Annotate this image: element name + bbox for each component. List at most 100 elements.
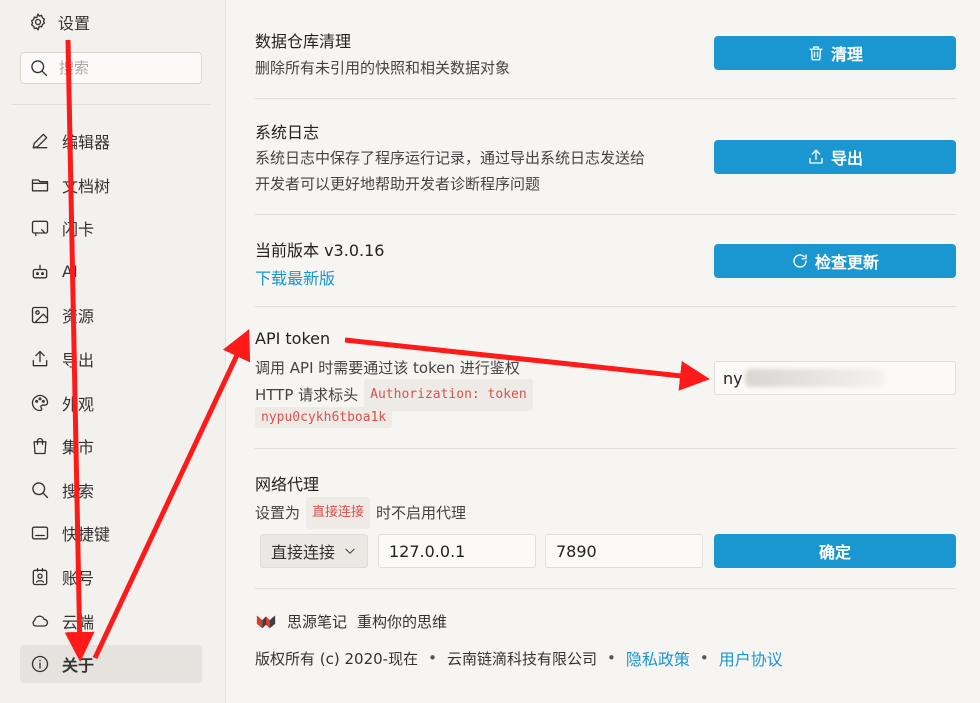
proxy-port-value: 7890: [556, 541, 597, 561]
sidebar-item-editor[interactable]: 编辑器: [20, 122, 202, 160]
search-input[interactable]: [59, 59, 189, 77]
download-latest-link[interactable]: 下载最新版: [255, 265, 335, 289]
sidebar-item-flashcard[interactable]: 闪卡: [20, 209, 202, 247]
sidebar-item-ai[interactable]: AI: [20, 253, 202, 291]
proxy-desc-suffix: 时不启用代理: [376, 504, 467, 522]
api-token-title: API token: [255, 329, 331, 348]
proxy-desc-prefix: 设置为: [255, 504, 301, 522]
keyboard-icon: [30, 523, 50, 543]
privacy-policy-link[interactable]: 隐私政策: [626, 646, 690, 670]
repo-clean-section: 数据仓库清理 删除所有未引用的快照和相关数据对象 清理: [255, 0, 956, 99]
proxy-confirm-button[interactable]: 确定: [714, 534, 956, 568]
sidebar-item-label: 资源: [62, 307, 95, 327]
clean-button[interactable]: 清理: [714, 36, 956, 70]
proxy-controls: 直接连接 127.0.0.1 7890 确定: [260, 534, 956, 568]
repo-clean-desc: 删除所有未引用的快照和相关数据对象: [255, 59, 511, 77]
api-token-desc: 调用 API 时需要通过该 token 进行鉴权: [255, 359, 520, 377]
search-box[interactable]: [20, 52, 202, 84]
sidebar-item-label: 闪卡: [62, 220, 95, 240]
sidebar-nav: 编辑器 文档树 闪卡 AI 资源 导出 外观 集市 搜索 快捷键 账号 云端 关…: [20, 122, 202, 689]
sidebar: 设置 编辑器 文档树 闪卡 AI 资源 导出: [0, 0, 226, 703]
folder-icon: [30, 175, 50, 195]
sidebar-item-label: 搜索: [62, 481, 95, 501]
image-icon: [30, 305, 50, 325]
http-header-label: HTTP 请求标头: [255, 386, 359, 404]
sidebar-item-search[interactable]: 搜索: [20, 471, 202, 509]
proxy-host-value: 127.0.0.1: [389, 541, 466, 561]
sidebar-item-label: 导出: [62, 350, 95, 370]
gear-icon: [28, 12, 48, 32]
sidebar-item-label: 关于: [62, 656, 95, 676]
syslog-title: 系统日志: [255, 123, 320, 142]
search-icon: [30, 480, 50, 500]
sidebar-item-cloud[interactable]: 云端: [20, 602, 202, 640]
api-token-input[interactable]: ny: [714, 361, 956, 395]
cloud-icon: [30, 611, 50, 631]
api-token-code-line: nypu0cykh6tboa1k: [255, 406, 393, 428]
refresh-icon: [793, 254, 807, 268]
repo-clean-title: 数据仓库清理: [255, 32, 352, 51]
settings-title-label: 设置: [58, 14, 91, 33]
flashcard-icon: [30, 218, 50, 238]
sidebar-item-label: 账号: [62, 568, 95, 588]
export-log-button[interactable]: 导出: [714, 140, 956, 174]
network-proxy-section: 网络代理 设置为 直接连接 时不启用代理 直接连接 127.0.0.1 7890…: [255, 449, 956, 589]
sidebar-divider: [12, 104, 211, 105]
brand-slogan: 重构你的思维: [357, 612, 448, 631]
palette-icon: [30, 393, 50, 413]
copyright-text: 版权所有 (c) 2020-现在: [255, 649, 419, 668]
sidebar-item-export[interactable]: 导出: [20, 340, 202, 378]
sidebar-item-account[interactable]: 账号: [20, 558, 202, 596]
info-icon: [30, 654, 50, 674]
proxy-scheme-select[interactable]: 直接连接: [260, 534, 368, 568]
sidebar-item-assets[interactable]: 资源: [20, 296, 202, 334]
proxy-host-input[interactable]: 127.0.0.1: [378, 534, 536, 568]
sidebar-item-label: 编辑器: [62, 133, 111, 152]
sidebar-item-label: 快捷键: [62, 525, 111, 545]
api-token-section: API token 调用 API 时需要通过该 token 进行鉴权 HTTP …: [255, 307, 956, 449]
sidebar-item-appearance[interactable]: 外观: [20, 384, 202, 422]
proxy-confirm-button-label: 确定: [818, 543, 851, 562]
api-token-input-value: ny: [723, 368, 743, 388]
version-section: 当前版本 v3.0.16 下载最新版 检查更新: [255, 215, 956, 307]
sidebar-item-label: 集市: [62, 438, 95, 458]
current-version: 当前版本 v3.0.16: [255, 241, 385, 260]
check-update-button[interactable]: 检查更新: [714, 244, 956, 278]
proxy-direct-code: 直接连接: [306, 497, 371, 529]
brand-line: 思源笔记 重构你的思维: [255, 610, 956, 632]
syslog-desc-line1: 系统日志中保存了程序运行记录，通过导出系统日志发送给: [255, 149, 646, 167]
separator-dot: •: [699, 649, 709, 667]
sidebar-item-keymap[interactable]: 快捷键: [20, 514, 202, 552]
separator-dot: •: [428, 649, 437, 667]
sidebar-item-label: 外观: [62, 394, 95, 414]
bag-icon: [30, 436, 50, 456]
check-update-button-label: 检查更新: [814, 253, 879, 272]
user-agreement-link[interactable]: 用户协议: [719, 646, 783, 670]
proxy-port-input[interactable]: 7890: [545, 534, 703, 568]
proxy-title: 网络代理: [255, 475, 320, 494]
upload-icon: [30, 349, 50, 369]
settings-title: 设置: [28, 8, 90, 36]
export-log-button-label: 导出: [830, 149, 863, 168]
token-redaction-blur: [744, 369, 885, 387]
company-name: 云南链滴科技有限公司: [446, 649, 597, 668]
clean-button-label: 清理: [830, 45, 863, 64]
upload-icon: [809, 149, 823, 164]
sidebar-item-about[interactable]: 关于: [20, 645, 202, 684]
trash-icon: [809, 46, 823, 61]
sidebar-item-bazaar[interactable]: 集市: [20, 427, 202, 465]
proxy-scheme-value: 直接连接: [271, 543, 336, 562]
pencil-icon: [30, 131, 50, 151]
syslog-section: 系统日志 系统日志中保存了程序运行记录，通过导出系统日志发送给 开发者可以更好地…: [255, 99, 956, 215]
sidebar-item-label: AI: [62, 262, 78, 282]
brand-name: 思源笔记: [287, 612, 348, 631]
search-icon: [29, 58, 49, 78]
about-panel: 数据仓库清理 删除所有未引用的快照和相关数据对象 清理 系统日志 系统日志中保存…: [227, 0, 980, 703]
sidebar-item-label: 文档树: [62, 176, 111, 196]
about-footer: 思源笔记 重构你的思维 版权所有 (c) 2020-现在 • 云南链滴科技有限公…: [255, 610, 956, 670]
copyright-line: 版权所有 (c) 2020-现在 • 云南链滴科技有限公司 • 隐私政策 • 用…: [255, 646, 956, 670]
sidebar-item-filetree[interactable]: 文档树: [20, 166, 202, 204]
api-token-code: nypu0cykh6tboa1k: [255, 407, 393, 428]
separator-dot: •: [606, 649, 616, 667]
account-icon: [30, 567, 50, 587]
